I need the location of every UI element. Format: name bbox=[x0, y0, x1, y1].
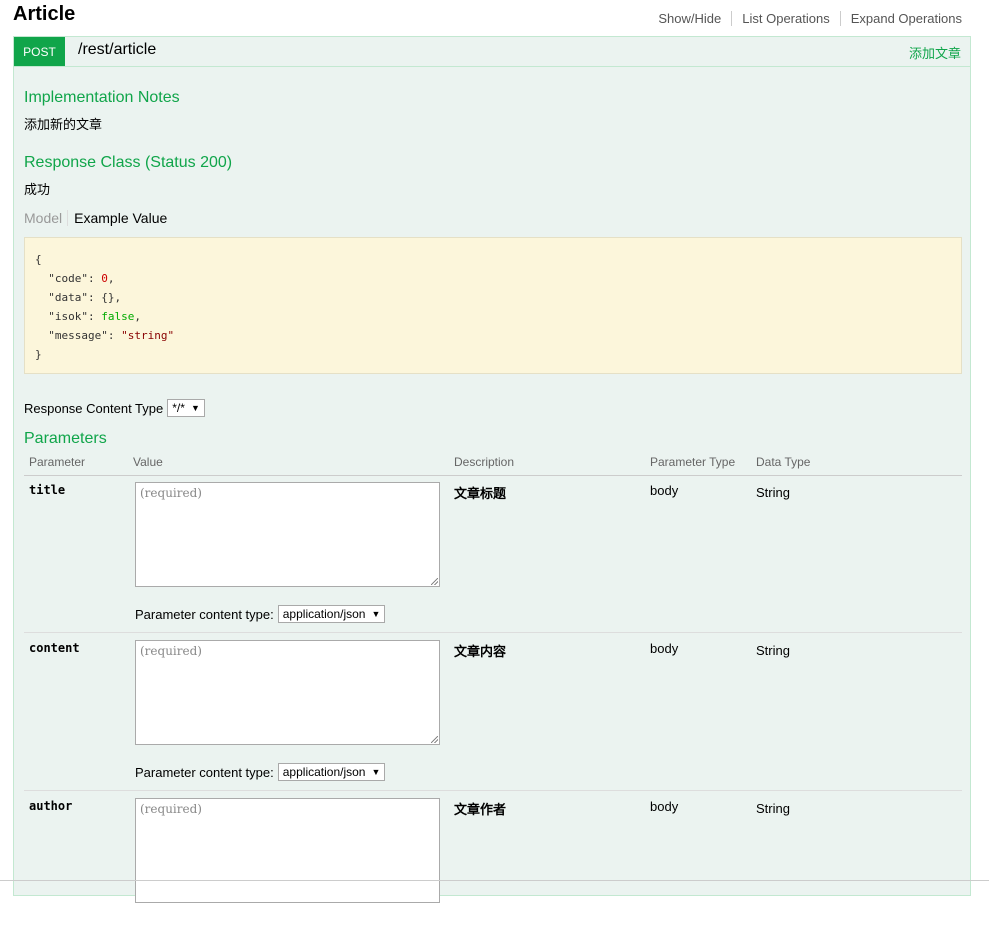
resize-grip-icon[interactable] bbox=[431, 578, 438, 585]
param-name: content bbox=[29, 641, 80, 655]
param-data-type: String bbox=[756, 643, 790, 658]
json-key-data: "data" bbox=[48, 291, 88, 304]
model-tabs: Model Example Value bbox=[24, 210, 167, 226]
param-row-content: content (required) 文章内容 body String Para… bbox=[24, 633, 962, 791]
response-class-heading: Response Class (Status 200) bbox=[24, 154, 233, 171]
resource-title[interactable]: Article bbox=[13, 3, 75, 26]
response-content-type-select[interactable]: */* ▼ bbox=[167, 399, 205, 417]
implementation-notes-heading: Implementation Notes bbox=[24, 89, 180, 106]
param-content-type: Parameter content type: application/json… bbox=[135, 763, 386, 781]
json-key-isok: "isok" bbox=[48, 310, 88, 323]
param-type: body bbox=[650, 641, 679, 656]
param-description: 文章作者 bbox=[454, 802, 507, 817]
implementation-notes-text: 添加新的文章 bbox=[24, 117, 103, 132]
tab-example-value[interactable]: Example Value bbox=[68, 210, 167, 226]
param-value-textarea[interactable]: (required) bbox=[135, 640, 440, 745]
param-name: author bbox=[29, 799, 73, 813]
response-content-type-label: Response Content Type bbox=[24, 400, 164, 416]
operation-heading[interactable]: POST /rest/article 添加文章 bbox=[14, 37, 970, 67]
json-close-brace: } bbox=[35, 348, 42, 361]
param-type: body bbox=[650, 483, 679, 498]
json-value-message: "string" bbox=[121, 329, 175, 342]
param-content-type-value: application/json bbox=[282, 765, 366, 779]
post-operation: POST /rest/article 添加文章 Implementation N… bbox=[13, 36, 971, 903]
json-key-code: "code" bbox=[48, 272, 88, 285]
response-content-type: Response Content Type */* ▼ bbox=[24, 399, 205, 417]
param-content-type-select[interactable]: application/json ▼ bbox=[277, 763, 386, 781]
resource-links: Show/Hide List Operations Expand Operati… bbox=[648, 11, 962, 26]
chevron-down-icon: ▼ bbox=[371, 767, 381, 777]
parameters-table-header: Parameter Value Description Parameter Ty… bbox=[24, 455, 962, 476]
col-description: Description bbox=[454, 455, 515, 469]
param-data-type: String bbox=[756, 801, 790, 816]
col-parameter-type: Parameter Type bbox=[650, 455, 736, 469]
response-content-type-value: */* bbox=[172, 401, 185, 415]
param-content-type-label: Parameter content type: bbox=[135, 764, 274, 780]
parameters-heading: Parameters bbox=[24, 430, 107, 447]
param-row-author: author (required) 文章作者 body String bbox=[24, 791, 962, 949]
param-content-type-label: Parameter content type: bbox=[135, 606, 274, 622]
operation-summary[interactable]: 添加文章 bbox=[909, 43, 961, 62]
textarea-placeholder: (required) bbox=[140, 486, 202, 500]
param-content-type-select[interactable]: application/json ▼ bbox=[277, 605, 386, 623]
param-row-title: title (required) 文章标题 body String Parame… bbox=[24, 475, 962, 633]
expand-operations-link[interactable]: Expand Operations bbox=[841, 11, 962, 26]
param-value-textarea[interactable]: (required) bbox=[135, 482, 440, 587]
resize-grip-icon[interactable] bbox=[431, 736, 438, 743]
list-operations-link[interactable]: List Operations bbox=[732, 11, 841, 26]
json-open-brace: { bbox=[35, 253, 42, 266]
http-method-badge[interactable]: POST bbox=[14, 37, 65, 66]
col-value: Value bbox=[133, 455, 163, 469]
show-hide-link[interactable]: Show/Hide bbox=[648, 11, 733, 26]
param-content-type: Parameter content type: application/json… bbox=[135, 605, 386, 623]
json-value-code: 0 bbox=[101, 272, 108, 285]
tab-model[interactable]: Model bbox=[24, 210, 69, 226]
json-value-isok: false bbox=[101, 310, 135, 323]
param-description: 文章标题 bbox=[454, 486, 507, 501]
chevron-down-icon: ▼ bbox=[371, 609, 381, 619]
param-name: title bbox=[29, 483, 66, 497]
operation-path[interactable]: /rest/article bbox=[78, 41, 156, 59]
json-key-message: "message" bbox=[48, 329, 108, 342]
col-data-type: Data Type bbox=[756, 455, 811, 469]
response-class-text: 成功 bbox=[24, 182, 51, 197]
example-value-json: { "code": 0, "data": {}, "isok": false, … bbox=[24, 237, 962, 374]
param-description: 文章内容 bbox=[454, 644, 507, 659]
col-parameter: Parameter bbox=[29, 455, 86, 469]
textarea-placeholder: (required) bbox=[140, 644, 202, 658]
param-data-type: String bbox=[756, 485, 790, 500]
param-value-textarea[interactable]: (required) bbox=[135, 798, 440, 903]
param-content-type-value: application/json bbox=[282, 607, 366, 621]
json-value-data: {} bbox=[101, 291, 115, 304]
param-type: body bbox=[650, 799, 679, 814]
chevron-down-icon: ▼ bbox=[190, 403, 200, 413]
textarea-placeholder: (required) bbox=[140, 802, 202, 816]
